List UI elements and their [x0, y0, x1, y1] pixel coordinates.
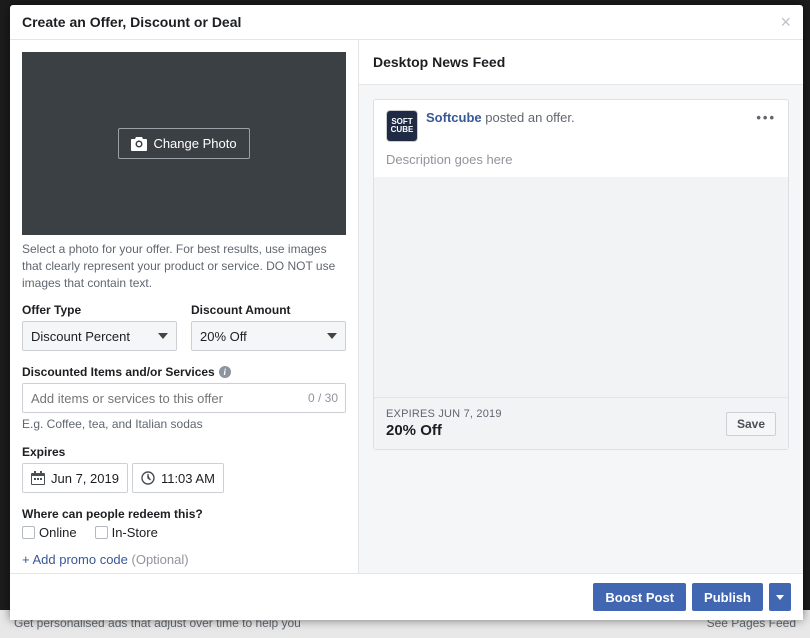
redeem-online-checkbox[interactable]: Online — [22, 525, 77, 540]
expires-date-picker[interactable]: Jun 7, 2019 — [22, 463, 128, 493]
modal-title: Create an Offer, Discount or Deal — [22, 14, 241, 30]
page-name-link[interactable]: Softcube — [426, 110, 482, 125]
offer-summary-strip: EXPIRES JUN 7, 2019 20% Off Save — [374, 397, 788, 449]
expires-label: Expires — [22, 445, 346, 459]
items-label: Discounted Items and/or Services i — [22, 365, 346, 379]
redeem-instore-label: In-Store — [112, 525, 158, 540]
redeem-online-label: Online — [39, 525, 77, 540]
discount-amount-value: 20% Off — [200, 329, 247, 344]
camera-icon — [131, 137, 147, 151]
expires-time-value: 11:03 AM — [161, 471, 215, 486]
discount-amount-label: Discount Amount — [191, 303, 346, 317]
publish-button[interactable]: Publish — [692, 583, 763, 611]
create-offer-modal: Create an Offer, Discount or Deal × Chan… — [10, 5, 803, 620]
discount-amount-select[interactable]: 20% Off — [191, 321, 346, 351]
post-options-icon[interactable]: ••• — [756, 110, 776, 125]
save-offer-button[interactable]: Save — [726, 412, 776, 436]
boost-post-button[interactable]: Boost Post — [593, 583, 686, 611]
change-photo-button[interactable]: Change Photo — [118, 128, 249, 159]
redeem-label: Where can people redeem this? — [22, 507, 346, 521]
post-image-placeholder — [374, 177, 788, 397]
post-preview-card: SOFT CUBE Softcube posted an offer. ••• … — [373, 99, 789, 450]
calendar-icon — [31, 471, 45, 485]
photo-hint-text: Select a photo for your offer. For best … — [22, 241, 346, 291]
info-icon[interactable]: i — [219, 366, 231, 378]
items-hint: E.g. Coffee, tea, and Italian sodas — [22, 417, 346, 431]
redeem-instore-checkbox[interactable]: In-Store — [95, 525, 158, 540]
offer-photo-area: Change Photo — [22, 52, 346, 235]
offer-expires-text: EXPIRES JUN 7, 2019 — [386, 408, 502, 420]
offer-type-value: Discount Percent — [31, 329, 130, 344]
post-action-text: posted an offer. — [482, 110, 575, 125]
clock-icon — [141, 471, 155, 485]
add-promo-code-link[interactable]: + Add promo code — [22, 552, 128, 567]
chevron-down-icon — [776, 595, 784, 600]
items-input[interactable] — [22, 383, 346, 413]
expires-date-value: Jun 7, 2019 — [51, 471, 119, 486]
post-description-placeholder: Description goes here — [374, 146, 788, 177]
offer-type-select[interactable]: Discount Percent — [22, 321, 177, 351]
close-icon[interactable]: × — [780, 13, 791, 31]
modal-footer: Boost Post Publish — [10, 573, 803, 620]
offer-discount-text: 20% Off — [386, 422, 502, 439]
preview-panel: Desktop News Feed SOFT CUBE Softcube pos… — [358, 40, 803, 573]
expires-time-picker[interactable]: 11:03 AM — [132, 463, 224, 493]
offer-type-label: Offer Type — [22, 303, 177, 317]
publish-dropdown-button[interactable] — [769, 583, 791, 611]
offer-form-panel: Change Photo Select a photo for your off… — [10, 40, 358, 573]
preview-header: Desktop News Feed — [359, 40, 803, 85]
modal-header: Create an Offer, Discount or Deal × — [10, 5, 803, 40]
change-photo-label: Change Photo — [153, 136, 236, 151]
optional-text: (Optional) — [132, 552, 189, 567]
page-avatar[interactable]: SOFT CUBE — [386, 110, 418, 142]
chevron-down-icon — [158, 333, 168, 339]
chevron-down-icon — [327, 333, 337, 339]
